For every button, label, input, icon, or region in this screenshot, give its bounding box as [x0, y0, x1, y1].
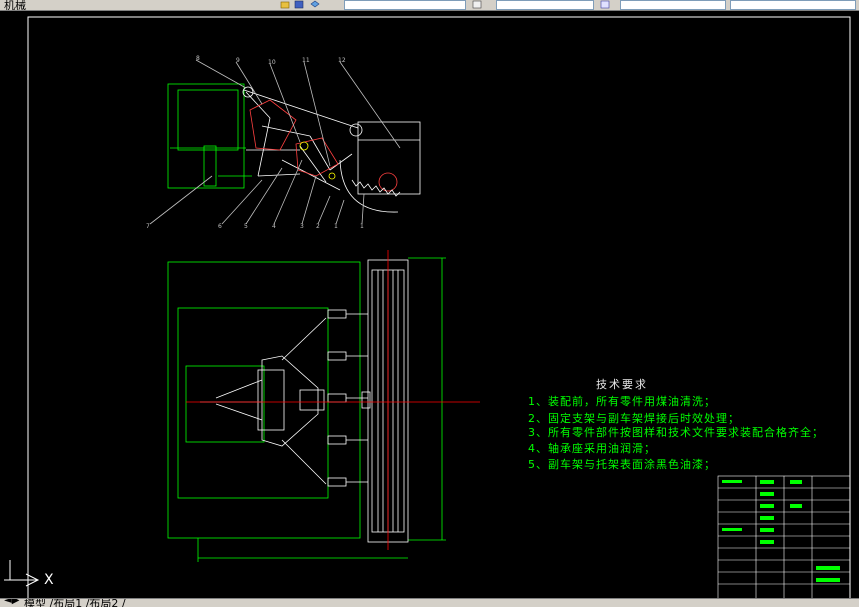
svg-text:1: 1	[360, 223, 364, 230]
linetype-dropdown[interactable]	[496, 0, 594, 10]
tech-requirements-title: 技术要求	[596, 378, 648, 391]
toolbar-title: 机械	[4, 0, 26, 11]
svg-text:11: 11	[302, 57, 310, 64]
save-icon[interactable]	[294, 0, 304, 9]
svg-text:5: 5	[244, 223, 248, 230]
side-view	[149, 59, 421, 225]
tech-requirement-1: 1、装配前，所有零件用煤油清洗；	[528, 395, 716, 408]
svg-text:8: 8	[196, 55, 200, 62]
svg-text:12: 12	[338, 57, 346, 64]
svg-text:9: 9	[236, 57, 240, 64]
layer-dropdown[interactable]	[344, 0, 466, 10]
drawing-canvas[interactable]: 8 9 10 11 12 765 432 11	[0, 11, 859, 598]
title-block	[717, 475, 851, 598]
toolbar: 机械	[0, 0, 859, 11]
svg-text:2: 2	[316, 223, 320, 230]
plan-view	[167, 250, 480, 562]
open-icon[interactable]	[280, 0, 290, 9]
plotstyle-dropdown[interactable]	[730, 0, 856, 10]
svg-text:7: 7	[146, 223, 150, 230]
layer-icon[interactable]	[310, 0, 320, 9]
svg-text:6: 6	[218, 223, 222, 230]
svg-text:10: 10	[268, 59, 276, 66]
svg-text:3: 3	[300, 223, 304, 230]
ucs-x-label: X	[44, 572, 54, 588]
color-icon[interactable]	[600, 0, 610, 9]
svg-text:1: 1	[334, 223, 338, 230]
tech-requirement-5: 5、副车架与托架表面涂黑色油漆；	[528, 458, 716, 471]
properties-icon[interactable]	[472, 0, 482, 9]
drawing-border	[27, 16, 851, 598]
ucs-icon	[4, 560, 40, 587]
tech-requirement-4: 4、轴承座采用油润滑；	[528, 442, 656, 455]
svg-text:4: 4	[272, 223, 276, 230]
tech-requirement-3: 3、所有零件部件按图样和技术文件要求装配合格齐全；	[528, 426, 824, 439]
tab-scroll-icon[interactable]: ◄▶	[4, 599, 19, 606]
lineweight-dropdown[interactable]	[620, 0, 726, 10]
